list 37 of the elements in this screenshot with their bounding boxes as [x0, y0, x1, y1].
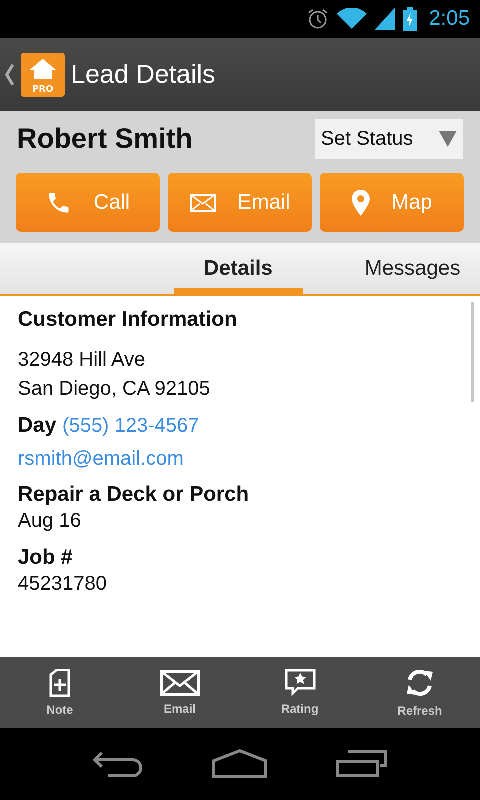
phone-label: Day — [18, 414, 57, 438]
house-icon — [29, 58, 57, 80]
toolbar-button[interactable]: Refresh — [360, 657, 480, 728]
toolbar-button[interactable]: Rating — [240, 657, 360, 728]
section-heading: Customer Information — [18, 308, 238, 332]
field-value: Aug 16 — [18, 509, 82, 534]
signal-icon — [375, 8, 396, 30]
phone-link[interactable]: (555) 123-4567 — [62, 415, 200, 438]
field-value: 45231780 — [18, 572, 108, 597]
recent-apps-icon[interactable] — [336, 750, 388, 778]
address-line: 32948 Hill Ave — [18, 348, 146, 373]
refresh-icon — [404, 668, 436, 698]
note-add-icon — [49, 668, 71, 696]
status-time: 2:05 — [429, 7, 470, 31]
email-link[interactable]: rsmith@email.com — [18, 448, 462, 471]
map-pin-icon — [352, 190, 370, 216]
toolbar-button[interactable]: Email — [120, 657, 240, 728]
lead-name: Robert Smith — [17, 123, 193, 155]
back-caret-icon[interactable] — [5, 64, 15, 86]
envelope-icon — [160, 670, 200, 696]
back-icon[interactable] — [92, 750, 144, 778]
battery-charging-icon — [403, 7, 418, 31]
toolbar-button[interactable]: Note — [0, 657, 120, 728]
home-icon[interactable] — [212, 749, 268, 779]
star-speech-bubble-icon — [284, 669, 316, 696]
address-line: San Diego, CA 92105 — [18, 377, 212, 402]
wifi-icon — [337, 8, 368, 30]
field-title: Repair a Deck or Porch — [18, 483, 250, 507]
tab[interactable]: Messages — [302, 243, 467, 294]
status-dropdown[interactable]: Set Status — [315, 119, 463, 159]
dropdown-triangle-icon — [439, 131, 457, 147]
screen-title: Lead Details — [71, 59, 216, 90]
tab[interactable]: Details — [174, 243, 303, 294]
logo-badge-text: PRO — [32, 84, 54, 94]
envelope-icon — [190, 194, 216, 212]
alarm-icon — [307, 8, 330, 30]
field-title: Job # — [18, 546, 74, 570]
